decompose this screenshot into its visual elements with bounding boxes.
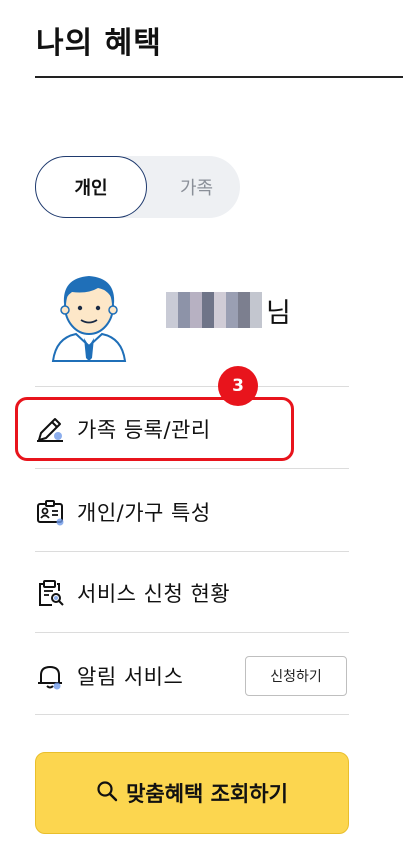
divider: [35, 386, 349, 387]
bell-icon: [35, 659, 69, 693]
person-avatar-icon: [51, 276, 127, 362]
page-title: 나의 혜택: [36, 26, 162, 61]
user-name: 님: [166, 288, 291, 332]
search-benefits-button[interactable]: 맞춤혜택 조회하기: [35, 752, 349, 834]
mosaic-cell: [190, 292, 202, 328]
toggle-personal-tab[interactable]: 개인: [35, 156, 147, 218]
menu-item-label: 알림 서비스: [77, 665, 184, 689]
cta-label: 맞춤혜택 조회하기: [126, 782, 288, 806]
clipboard-search-icon: [35, 576, 69, 610]
menu-item-label: 서비스 신청 현황: [77, 582, 231, 606]
mosaic-cell: [202, 292, 214, 328]
divider: [35, 551, 349, 552]
mosaic-cell: [226, 292, 238, 328]
avatar: [48, 268, 130, 362]
highlight-box: [15, 397, 294, 461]
menu-item-service-status[interactable]: 서비스 신청 현황: [35, 564, 349, 622]
name-mosaic: [166, 292, 262, 328]
mosaic-cell: [238, 292, 250, 328]
mosaic-cell: [178, 292, 190, 328]
menu-item-household[interactable]: 개인/가구 특성: [35, 483, 349, 541]
mosaic-cell: [250, 292, 262, 328]
divider: [35, 468, 349, 469]
mosaic-cell: [214, 292, 226, 328]
alert-apply-button[interactable]: 신청하기: [245, 656, 347, 696]
divider: [35, 632, 349, 633]
search-icon: [96, 780, 118, 806]
id-card-icon: [35, 495, 69, 529]
mosaic-cell: [166, 292, 178, 328]
segment-toggle: 개인 가족: [35, 156, 240, 218]
divider: [35, 714, 349, 715]
name-suffix: 님: [266, 297, 291, 329]
step-badge: 3: [218, 366, 258, 406]
toggle-family-tab[interactable]: 가족: [153, 156, 240, 218]
menu-item-label: 개인/가구 특성: [77, 501, 211, 525]
title-divider: [35, 76, 403, 78]
